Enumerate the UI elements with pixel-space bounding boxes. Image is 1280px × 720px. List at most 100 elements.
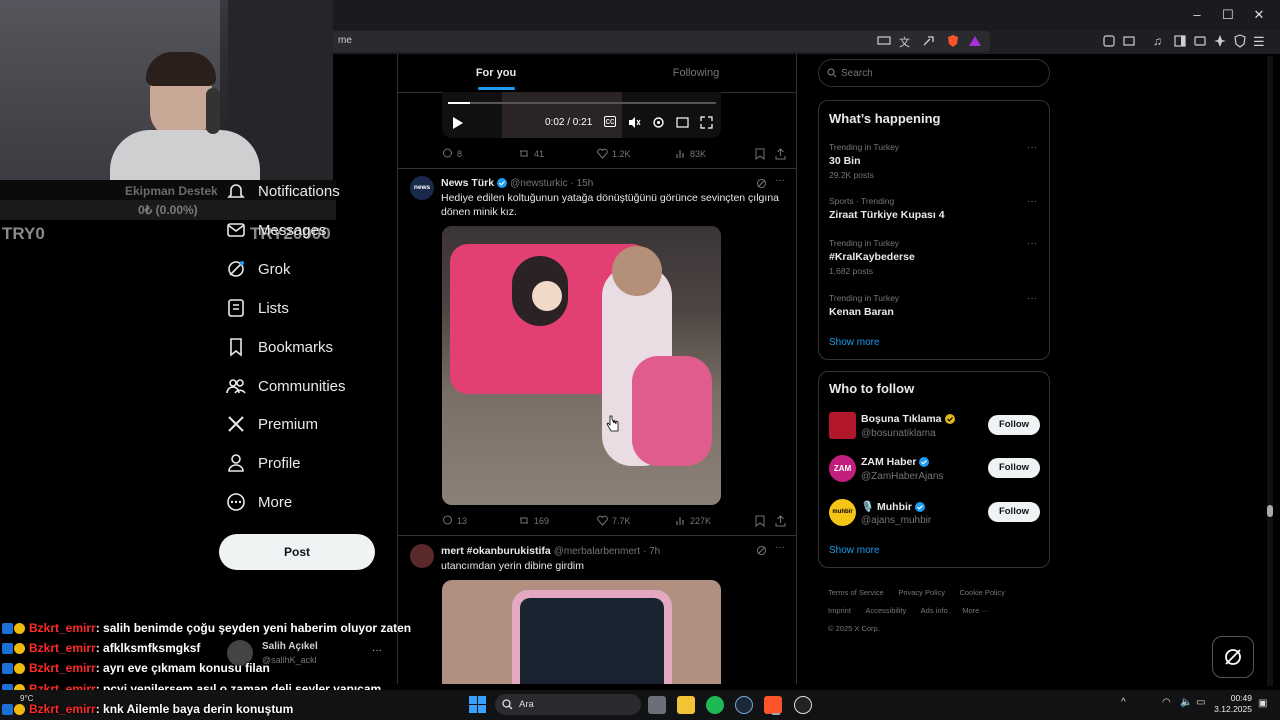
notification-icon[interactable]: ▣ [1258,698,1267,709]
play-icon[interactable] [452,116,464,130]
follow-button[interactable]: Follow [988,458,1040,478]
footer-link[interactable]: Imprint [828,606,851,615]
task-view-icon[interactable] [648,696,666,714]
chevron-up-icon[interactable]: ^ [1121,697,1126,708]
like-action[interactable]: 7.7K [597,515,631,526]
footer-link[interactable]: Accessibility [865,606,906,615]
repost-action[interactable]: 41 [518,148,544,159]
footer-link[interactable]: Cookie Policy [959,588,1004,597]
trend-item[interactable]: Trending in Turkey 30 Bin 29.2K posts [829,142,899,180]
pip-icon[interactable] [676,116,689,129]
account-menu-icon[interactable]: ··· [372,645,382,656]
nav-bookmarks[interactable]: Bookmarks [226,332,333,362]
follow-button[interactable]: Follow [988,415,1040,435]
translate-icon[interactable]: 文 [899,34,913,49]
trend-item[interactable]: Trending in Turkey #KralKaybederse 1,682… [829,238,915,276]
cast-icon[interactable] [877,34,891,48]
footer-link[interactable]: More ··· [962,606,989,615]
grok-icon[interactable] [756,178,767,189]
trend-menu-icon[interactable]: ··· [1027,238,1037,249]
tweet-author-handle[interactable]: @merbalarbenmert [554,546,640,557]
tweet-menu-icon[interactable]: ··· [775,542,785,553]
follow-suggestion[interactable]: 🎙️ Muhbir [861,500,925,513]
grok-icon[interactable] [756,545,767,556]
reply-action[interactable]: 8 [442,148,462,159]
minimize-icon[interactable]: – [1189,7,1205,23]
news-turk-avatar[interactable]: news [410,176,434,200]
nav-premium[interactable]: Premium [226,409,318,439]
bookmark-icon[interactable] [755,148,765,160]
show-more-link[interactable]: Show more [829,545,880,556]
tweet-time[interactable]: · 15h [571,178,594,189]
footer-link[interactable]: Terms of Service [828,588,884,597]
bosuna-tiklama-avatar[interactable] [829,412,856,439]
video-progress-track[interactable] [448,102,716,104]
vpn-icon[interactable] [1233,34,1247,48]
tweet-author-handle[interactable]: @newsturkic [510,178,567,189]
zam-haber-avatar[interactable]: ZAM [829,455,856,482]
nav-profile[interactable]: Profile [226,448,301,478]
trend-menu-icon[interactable]: ··· [1027,196,1037,207]
trend-menu-icon[interactable]: ··· [1027,142,1037,153]
follow-button[interactable]: Follow [988,502,1040,522]
menu-icon[interactable]: ☰ [1253,34,1267,49]
brave-shield-icon[interactable] [946,34,960,48]
maximize-icon[interactable]: ☐ [1220,7,1236,23]
nav-notifications[interactable]: Notifications [226,176,340,206]
avatar[interactable] [410,544,434,568]
windows-start-icon[interactable] [469,696,486,713]
reply-action[interactable]: 13 [442,515,467,526]
muhbir-avatar[interactable]: muhbir [829,499,856,526]
tweet-video[interactable] [442,226,721,505]
share-icon[interactable] [775,148,786,160]
file-explorer-icon[interactable] [677,696,695,714]
share-icon[interactable] [922,34,936,48]
clock-time[interactable]: 00:49 [1216,693,1252,703]
wallet-icon[interactable] [1122,34,1136,48]
nav-more[interactable]: More [226,487,292,517]
grok-app-icon[interactable] [794,696,812,714]
settings-icon[interactable] [652,116,665,129]
leo-icon[interactable] [1213,34,1227,48]
battery-icon[interactable]: ▭ [1196,697,1205,708]
media-icon[interactable]: ♫ [1153,34,1167,48]
scrollbar[interactable] [1267,56,1273,686]
nav-lists[interactable]: Lists [226,293,289,323]
trend-item[interactable]: Sports · Trending Ziraat Türkiye Kupası … [829,196,945,221]
tweet-menu-icon[interactable]: ··· [775,175,785,186]
scrollbar-thumb[interactable] [1267,505,1273,517]
footer-link[interactable]: Privacy Policy [898,588,945,597]
nav-messages[interactable]: Messages [226,215,326,245]
spotify-icon[interactable] [706,696,724,714]
sidebar-icon[interactable] [1173,34,1187,48]
address-bar[interactable]: me [330,31,990,52]
footer-link[interactable]: Ads info [921,606,948,615]
repost-action[interactable]: 169 [518,515,549,526]
post-button[interactable]: Post [219,534,375,570]
bookmark-icon[interactable] [755,515,765,527]
tweet-image[interactable] [442,580,721,684]
show-more-link[interactable]: Show more [829,337,880,348]
fullscreen-icon[interactable] [700,116,713,129]
extensions-icon[interactable] [1102,34,1116,48]
tweet-author-name[interactable]: mert #okanburukistifa [441,545,551,557]
nav-communities[interactable]: Communities [226,371,346,401]
like-action[interactable]: 1.2K [597,148,631,159]
tab-following[interactable]: Following [598,54,794,92]
search-input[interactable]: Search [818,59,1050,87]
follow-suggestion[interactable]: Boşuna Tıklama [861,413,955,425]
captions-icon[interactable]: cc [604,116,616,127]
steam-icon[interactable] [735,696,753,714]
brave-rewards-icon[interactable] [968,34,982,48]
views-action[interactable]: 227K [676,515,711,526]
mute-icon[interactable] [628,116,641,129]
clock-date[interactable]: 3.12.2025 [1208,704,1252,714]
taskbar-search[interactable]: Ara [495,694,641,715]
nav-grok[interactable]: Grok [226,254,291,284]
trend-item[interactable]: Trending in Turkey Kenan Baran [829,293,899,318]
follow-suggestion[interactable]: ZAM Haber [861,456,930,468]
tweet-author-name[interactable]: News Türk [441,177,494,189]
views-action[interactable]: 83K [676,148,706,159]
wifi-icon[interactable]: ◠ [1162,697,1171,708]
close-icon[interactable]: ✕ [1251,7,1267,23]
